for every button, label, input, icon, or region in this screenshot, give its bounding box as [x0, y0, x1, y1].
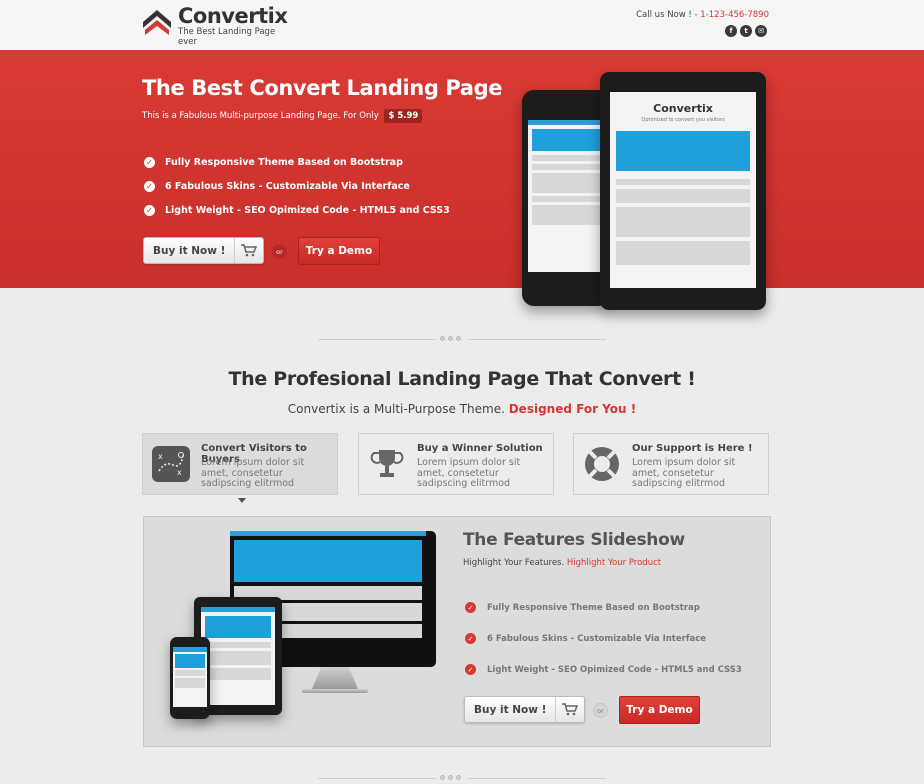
feature-text: Light Weight - SEO Opimized Code - HTML5… — [487, 664, 742, 675]
tablet-screen: Convertix Optimized to convert you visit… — [610, 92, 756, 288]
phone-screen — [528, 120, 604, 272]
feature-desc: Lorem ipsum dolor sit amet, consetetur s… — [201, 457, 305, 489]
tablet-tagline: Optimized to convert you visitors — [641, 117, 725, 123]
facebook-icon[interactable]: f — [725, 25, 737, 37]
slideshow-subtitle-text: Highlight Your Features. — [463, 558, 565, 568]
hero-subtitle-text: This is a Fabulous Multi-purpose Landing… — [142, 111, 379, 121]
try-demo-button[interactable]: Try a Demo — [298, 237, 380, 265]
tablet-brand: Convertix — [653, 102, 713, 115]
divider-dots — [440, 775, 461, 780]
imac-stand — [312, 667, 358, 689]
slideshow-subtitle-highlight: Highlight Your Product — [566, 558, 662, 568]
list-item: ✓ Light Weight - SEO Opimized Code - HTML… — [465, 654, 742, 685]
list-item: ✓ Fully Responsive Theme Based on Bootstr… — [144, 150, 450, 174]
hero-title: The Best Convert Landing Page — [142, 76, 503, 100]
feature-desc: Lorem ipsum dolor sit amet, consetetur s… — [632, 457, 736, 489]
feature-tab-support[interactable]: Our Support is Here ! Lorem ipsum dolor … — [573, 433, 769, 495]
divider — [468, 778, 606, 779]
section-subtitle: Convertix is a Multi-Purpose Theme. Desi… — [0, 402, 924, 416]
phone-mockup-image — [522, 90, 610, 306]
section-subtitle-text: Convertix is a Multi-Purpose Theme. — [287, 402, 505, 416]
slideshow-subtitle: Highlight Your Features. Highlight Your … — [463, 558, 661, 568]
feature-title: Buy a Winner Solution — [417, 443, 543, 454]
or-separator: or — [593, 703, 608, 718]
cart-icon — [556, 697, 584, 722]
feature-text: 6 Fabulous Skins - Customizable Via Inte… — [487, 633, 707, 644]
buy-now-label: Buy it Now ! — [465, 697, 557, 722]
brand-name[interactable]: Convertix — [178, 4, 288, 28]
lifebuoy-icon — [581, 443, 623, 485]
tablet-mockup-image: Convertix Optimized to convert you visit… — [600, 72, 766, 310]
feature-text: Light Weight - SEO Opimized Code - HTML5… — [165, 204, 450, 216]
check-icon: ✓ — [144, 180, 155, 192]
svg-text:x: x — [177, 468, 182, 477]
social-links: f t ✉ — [725, 25, 767, 37]
check-icon: ✓ — [144, 204, 155, 216]
divider — [318, 339, 436, 340]
convertix-logo-icon[interactable] — [143, 6, 183, 36]
divider-dots — [440, 336, 461, 341]
trophy-icon — [366, 443, 408, 485]
call-us: Call us Now ! - 1-123-456-7890 — [636, 10, 769, 20]
hero-subtitle: This is a Fabulous Multi-purpose Landing… — [142, 109, 423, 123]
try-demo-button-2[interactable]: Try a Demo — [619, 696, 700, 724]
check-icon: ✓ — [465, 633, 476, 644]
feature-text: 6 Fabulous Skins - Customizable Via Inte… — [165, 180, 410, 192]
buy-now-label: Buy it Now ! — [144, 238, 236, 263]
twitter-icon[interactable]: t — [740, 25, 752, 37]
slideshow-title: The Features Slideshow — [463, 530, 685, 550]
call-label: Call us Now ! - — [636, 10, 701, 20]
list-item: ✓ 6 Fabulous Skins - Customizable Via Int… — [465, 623, 742, 654]
divider — [468, 339, 606, 340]
email-icon[interactable]: ✉ — [755, 25, 767, 37]
feature-tab-convert[interactable]: x x Convert Visitors to Buyers Lorem ips… — [142, 433, 338, 495]
svg-text:x: x — [158, 452, 163, 461]
check-icon: ✓ — [144, 156, 155, 168]
feature-tab-winner[interactable]: Buy a Winner Solution Lorem ipsum dolor … — [358, 433, 554, 495]
active-tab-pointer — [238, 498, 246, 503]
cart-icon — [235, 238, 263, 263]
phone-mockup-small-image — [170, 637, 210, 719]
price-badge: $ 5.99 — [384, 109, 423, 123]
hero-feature-list: ✓ Fully Responsive Theme Based on Bootstr… — [144, 150, 450, 222]
brand-tagline: The Best Landing Page ever — [178, 27, 276, 47]
buy-now-button-2[interactable]: Buy it Now ! — [464, 696, 586, 723]
or-separator: or — [272, 244, 287, 259]
feature-text: Fully Responsive Theme Based on Bootstra… — [165, 156, 403, 168]
strategy-board-icon: x x — [150, 443, 192, 485]
feature-text: Fully Responsive Theme Based on Bootstra… — [487, 602, 700, 613]
divider — [318, 778, 436, 779]
feature-desc: Lorem ipsum dolor sit amet, consetetur s… — [417, 457, 521, 489]
check-icon: ✓ — [465, 664, 476, 675]
phone-number[interactable]: 1-123-456-7890 — [700, 10, 769, 20]
list-item: ✓ Fully Responsive Theme Based on Bootstr… — [465, 592, 742, 623]
section-subtitle-highlight: Designed For You ! — [508, 402, 637, 416]
list-item: ✓ 6 Fabulous Skins - Customizable Via Int… — [144, 174, 450, 198]
slideshow-feature-list: ✓ Fully Responsive Theme Based on Bootstr… — [465, 592, 742, 685]
feature-title: Our Support is Here ! — [632, 443, 753, 454]
site-header: Convertix The Best Landing Page ever Cal… — [0, 0, 924, 50]
check-icon: ✓ — [465, 602, 476, 613]
list-item: ✓ Light Weight - SEO Opimized Code - HTML… — [144, 198, 450, 222]
section-title: The Profesional Landing Page That Conver… — [228, 368, 696, 390]
hero-banner: The Best Convert Landing Page This is a … — [0, 50, 924, 310]
buy-now-button[interactable]: Buy it Now ! — [143, 237, 265, 264]
